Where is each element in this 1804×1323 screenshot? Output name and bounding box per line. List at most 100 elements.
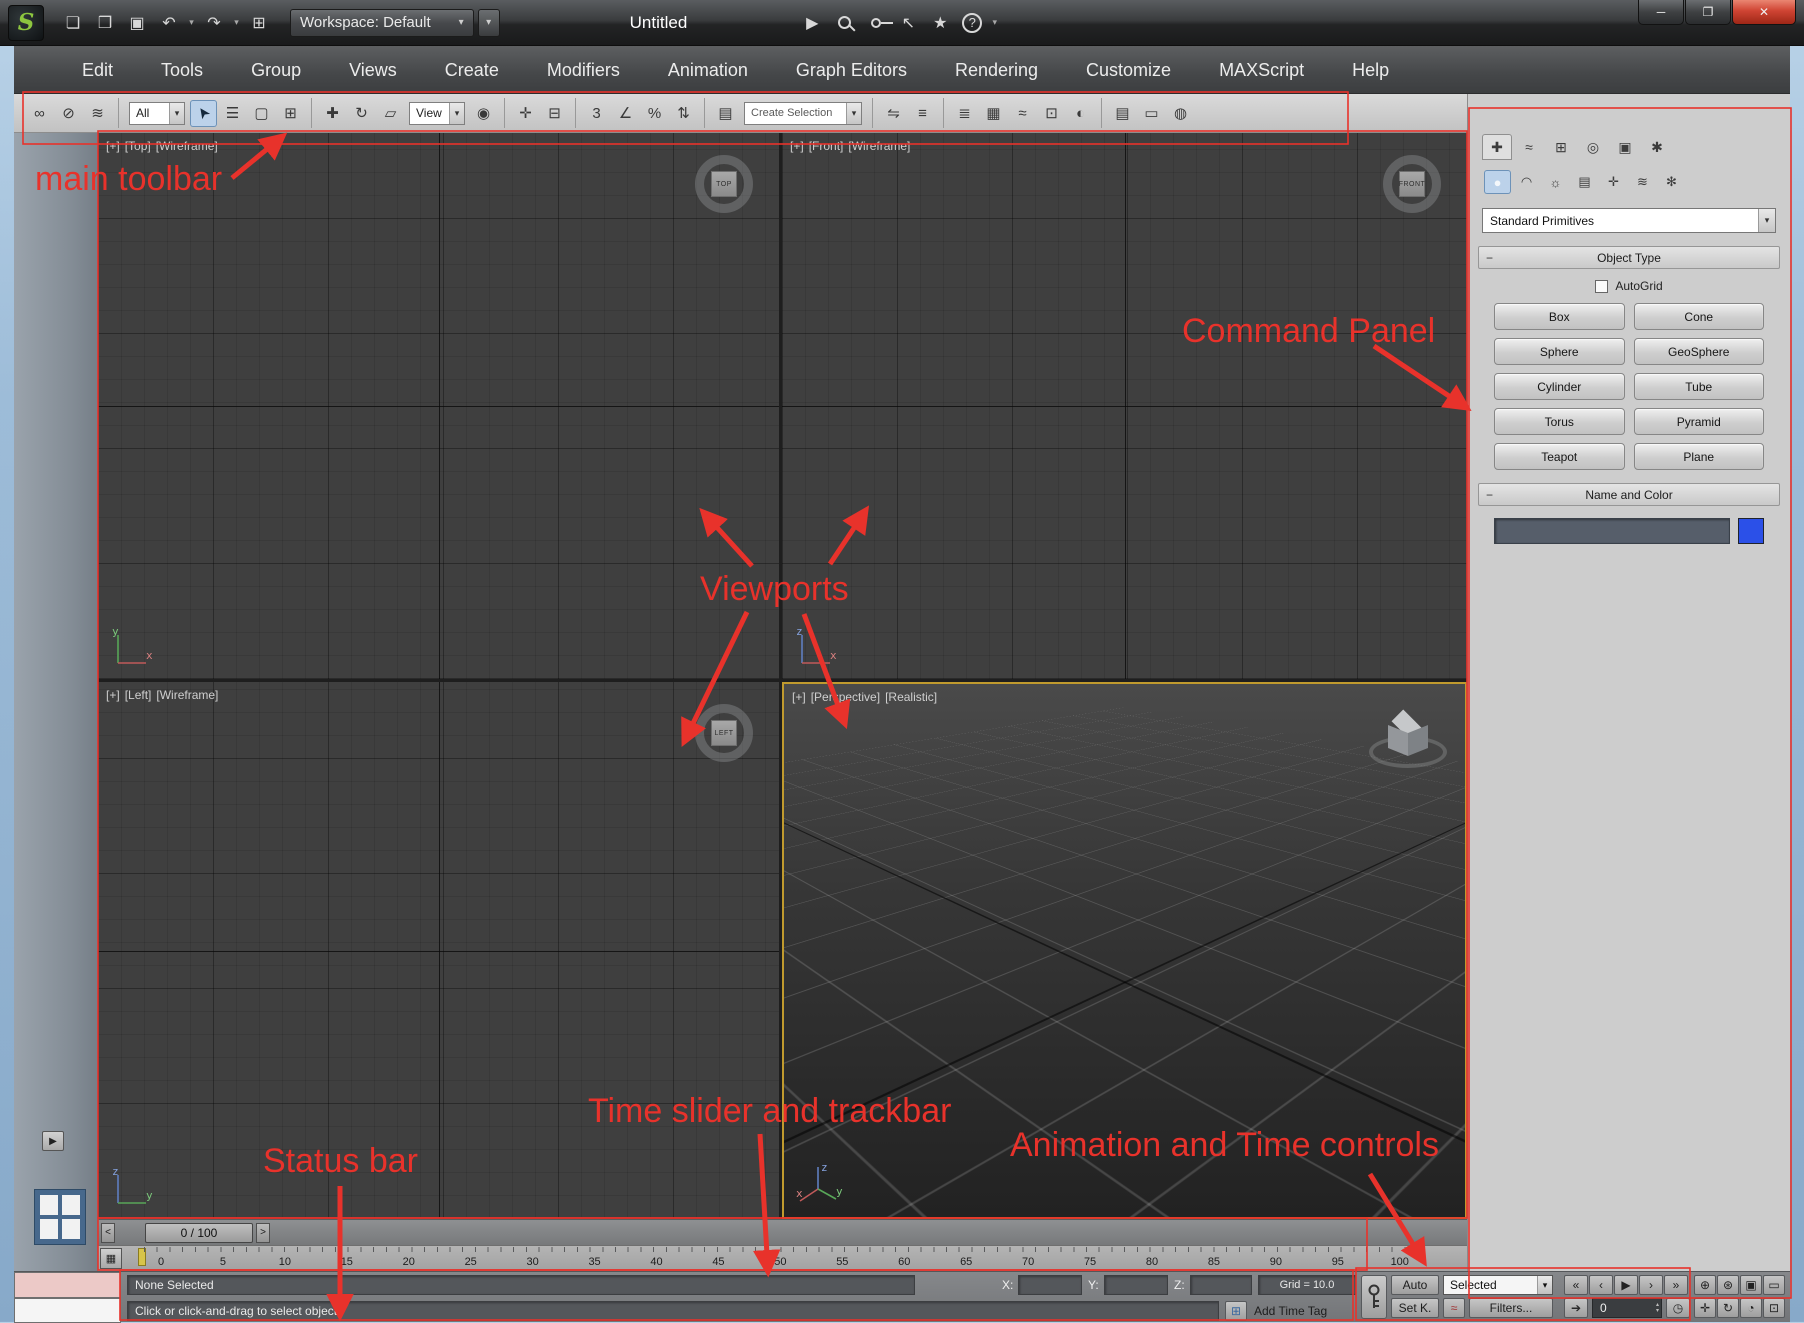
category-cameras[interactable]: ▤ xyxy=(1571,170,1598,194)
viewcube-face[interactable]: FRONT xyxy=(1399,171,1425,197)
next-frame-button[interactable]: › xyxy=(1639,1275,1663,1295)
viewport-pov-menu[interactable]: [Left] xyxy=(125,688,152,702)
viewport-shading-menu[interactable]: [Realistic] xyxy=(885,690,937,704)
bind-to-space-warp-icon[interactable]: ≋ xyxy=(84,100,111,127)
redo-button[interactable]: ↷ xyxy=(199,8,229,38)
new-scene-button[interactable]: ❏ xyxy=(58,8,88,38)
z-coordinate-field[interactable] xyxy=(1190,1275,1252,1295)
select-and-move-icon[interactable]: ✚ xyxy=(319,100,346,127)
workspace-menu-dropdown[interactable]: ▾ xyxy=(477,8,500,37)
signin-play-icon[interactable]: ▶ xyxy=(797,8,827,38)
time-configuration-button[interactable]: ◷ xyxy=(1666,1298,1690,1318)
unlink-selection-icon[interactable]: ⊘ xyxy=(55,100,82,127)
primitive-button-box[interactable]: Box xyxy=(1494,303,1625,330)
new-key-settings-icon[interactable]: ≈ xyxy=(1443,1298,1465,1318)
tab-motion[interactable]: ◎ xyxy=(1578,134,1608,160)
chevron-down-icon[interactable]: ▾ xyxy=(449,102,464,124)
name-and-color-rollout-header[interactable]: − Name and Color xyxy=(1478,483,1780,506)
chevron-down-icon[interactable]: ▾ xyxy=(1758,209,1775,232)
primitive-button-tube[interactable]: Tube xyxy=(1633,373,1764,400)
viewport-pov-menu[interactable]: [Front] xyxy=(809,139,844,153)
edit-named-selection-sets-icon[interactable]: ▤ xyxy=(712,100,739,127)
time-slider-handle[interactable]: 0 / 100 xyxy=(145,1222,253,1243)
set-key-button[interactable]: Set K. xyxy=(1391,1298,1439,1318)
viewport-layout-2x2-tab[interactable] xyxy=(34,1189,86,1245)
viewport-shading-menu[interactable]: [Wireframe] xyxy=(156,139,218,153)
go-to-start-button[interactable]: « xyxy=(1564,1275,1588,1295)
spinner-snap-icon[interactable]: ⇅ xyxy=(670,100,697,127)
material-editor-icon[interactable]: ◐ xyxy=(1067,100,1094,127)
y-coordinate-field[interactable] xyxy=(1104,1275,1168,1295)
primitive-button-cone[interactable]: Cone xyxy=(1633,303,1764,330)
category-helpers[interactable]: ✛ xyxy=(1600,170,1627,194)
pan-icon[interactable]: ✛ xyxy=(1694,1298,1716,1318)
tab-modify[interactable]: ≈ xyxy=(1514,134,1544,160)
menu-item-customize[interactable]: Customize xyxy=(1062,46,1195,94)
menu-item-graph-editors[interactable]: Graph Editors xyxy=(772,46,931,94)
curve-editor-icon[interactable]: ≈ xyxy=(1009,100,1036,127)
chevron-down-icon[interactable]: ▾ xyxy=(169,102,184,124)
primitive-button-pyramid[interactable]: Pyramid xyxy=(1633,408,1764,435)
primitive-button-cylinder[interactable]: Cylinder xyxy=(1494,373,1625,400)
orbit-icon[interactable]: ↻ xyxy=(1717,1298,1739,1318)
render-setup-icon[interactable]: ▤ xyxy=(1109,100,1136,127)
selection-filter-dropdown[interactable]: All ▾ xyxy=(129,101,185,125)
project-workspace-button[interactable]: ⊞ xyxy=(244,8,274,38)
undo-button-dropdown[interactable]: ▾ xyxy=(186,17,197,28)
object-type-rollout-header[interactable]: − Object Type xyxy=(1478,246,1780,269)
track-bar[interactable]: ▦ 0 5 10 15 20 25 30 35 40 45 50 55 60 65 70 75 80 85 90 95… xyxy=(98,1245,1467,1271)
search-icon[interactable] xyxy=(829,8,859,38)
align-icon[interactable]: ≡ xyxy=(909,100,936,127)
viewcube-face[interactable]: TOP xyxy=(711,171,737,197)
select-by-name-icon[interactable]: ☰ xyxy=(219,100,246,127)
layout-tabs-expand-button[interactable]: ▶ xyxy=(42,1131,64,1151)
menu-item-group[interactable]: Group xyxy=(227,46,325,94)
zoom-extents-all-icon[interactable]: ▣ xyxy=(1740,1275,1762,1295)
percent-snap-icon[interactable]: % xyxy=(641,100,668,127)
viewcube[interactable] xyxy=(1369,709,1447,776)
select-and-rotate-icon[interactable]: ↻ xyxy=(348,100,375,127)
primitive-button-torus[interactable]: Torus xyxy=(1494,408,1625,435)
help-icon-dropdown[interactable]: ▾ xyxy=(989,17,1000,28)
key-mode-toggle-button[interactable]: ➔ xyxy=(1564,1298,1588,1318)
object-color-swatch[interactable] xyxy=(1738,518,1764,544)
viewcube-face[interactable]: LEFT xyxy=(711,720,737,746)
frame-spinner[interactable]: ▴ ▾ xyxy=(1656,1302,1659,1314)
select-and-manipulate-icon[interactable]: ✛ xyxy=(512,100,539,127)
rollout-collapse-icon[interactable]: − xyxy=(1486,484,1493,505)
viewport-general-menu[interactable]: [+] xyxy=(106,139,120,153)
viewport-general-menu[interactable]: [+] xyxy=(790,139,804,153)
x-coordinate-field[interactable] xyxy=(1018,1275,1082,1295)
chevron-down-icon[interactable]: ▾ xyxy=(1537,1276,1552,1294)
next-frame-slider-button[interactable]: > xyxy=(256,1222,270,1243)
menu-item-create[interactable]: Create xyxy=(421,46,523,94)
select-and-scale-icon[interactable]: ▱ xyxy=(377,100,404,127)
named-selection-sets-dropdown[interactable]: Create Selection ▾ xyxy=(744,101,862,125)
redo-button-dropdown[interactable]: ▾ xyxy=(231,17,242,28)
selection-set-key-dropdown[interactable]: Selected ▾ xyxy=(1443,1275,1553,1295)
viewcube[interactable]: LEFT xyxy=(695,704,753,762)
communication-center-icon[interactable]: ↖ xyxy=(893,8,923,38)
viewport-pov-menu[interactable]: [Top] xyxy=(125,139,151,153)
viewport-pov-menu[interactable]: [Perspective] xyxy=(811,690,880,704)
primitive-category-dropdown[interactable]: Standard Primitives ▾ xyxy=(1482,208,1776,233)
tab-create[interactable]: ✚ xyxy=(1482,134,1512,160)
primitive-button-teapot[interactable]: Teapot xyxy=(1494,443,1625,470)
mirror-icon[interactable]: ⇋ xyxy=(880,100,907,127)
viewport-left[interactable]: [+] [Left] [Wireframe] LEFT z y xyxy=(98,682,779,1219)
schematic-view-icon[interactable]: ⊡ xyxy=(1038,100,1065,127)
rectangular-selection-region-icon[interactable]: ▢ xyxy=(248,100,275,127)
tab-hierarchy[interactable]: ⊞ xyxy=(1546,134,1576,160)
zoom-region-icon[interactable]: ▭ xyxy=(1763,1275,1785,1295)
application-menu-button[interactable]: S xyxy=(8,4,44,41)
favorites-star-icon[interactable]: ★ xyxy=(925,8,955,38)
graphite-ribbon-icon[interactable]: ▦ xyxy=(980,100,1007,127)
manage-layers-icon[interactable]: ≣ xyxy=(951,100,978,127)
open-file-button[interactable]: ❒ xyxy=(90,8,120,38)
select-and-link-icon[interactable]: ∞ xyxy=(26,100,53,127)
add-time-tag-label[interactable]: Add Time Tag xyxy=(1254,1301,1327,1321)
zoom-all-icon[interactable]: ⊛ xyxy=(1717,1275,1739,1295)
rendered-frame-window-icon[interactable]: ▭ xyxy=(1138,100,1165,127)
maximize-button[interactable]: ❐ xyxy=(1685,0,1731,25)
category-lights[interactable]: ☼ xyxy=(1542,170,1569,194)
